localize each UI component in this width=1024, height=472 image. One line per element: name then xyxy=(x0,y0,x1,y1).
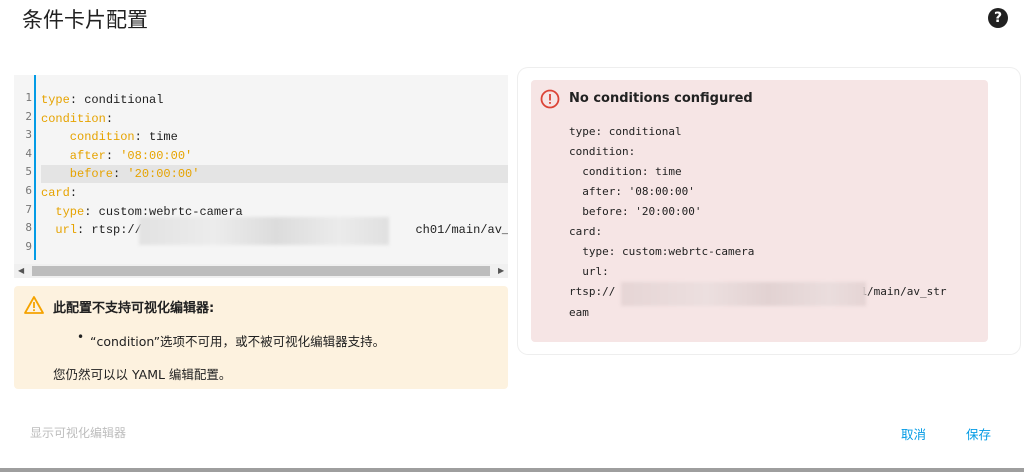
list-bullet: • xyxy=(77,330,85,344)
line-number: 2 xyxy=(25,110,32,123)
yaml-key: before xyxy=(41,167,114,181)
cancel-button[interactable]: 取消 xyxy=(901,424,926,443)
code-line[interactable]: after: '08:00:00' xyxy=(41,147,508,165)
yaml-preview-line: eam xyxy=(569,306,589,319)
yaml-preview-line: type: conditional xyxy=(569,125,682,138)
yaml-sep: : xyxy=(77,223,92,237)
redacted-url-blur xyxy=(621,282,866,306)
yaml-preview-line: after: '08:00:00' xyxy=(569,185,695,198)
alert-triangle-icon xyxy=(24,296,44,314)
active-gutter-marker xyxy=(34,75,36,260)
code-line[interactable]: condition: xyxy=(41,110,508,128)
line-number: 3 xyxy=(25,128,32,141)
bottom-divider xyxy=(0,468,1024,472)
scroll-left-icon[interactable]: ◀ xyxy=(18,264,24,278)
dialog-title: 条件卡片配置 xyxy=(22,8,148,32)
line-number: 6 xyxy=(25,184,32,197)
yaml-code-editor[interactable]: 1 2 3 4 5 6 7 8 9 type: conditional cond… xyxy=(14,75,508,278)
yaml-key: url xyxy=(41,223,78,237)
yaml-key: type xyxy=(41,93,70,107)
line-number-gutter: 1 2 3 4 5 6 7 8 9 xyxy=(14,75,34,260)
show-visual-editor-button[interactable]: 显示可视化编辑器 xyxy=(30,424,126,441)
warning-title: 此配置不支持可视化编辑器: xyxy=(53,301,215,316)
yaml-sep: : xyxy=(113,167,128,181)
yaml-preview-line: condition: time xyxy=(569,165,682,178)
line-number: 1 xyxy=(25,91,32,104)
yaml-key: after xyxy=(41,149,106,163)
yaml-value: '08:00:00' xyxy=(120,149,193,163)
line-number: 4 xyxy=(25,147,32,160)
yaml-key: condition xyxy=(41,112,106,126)
scroll-right-icon[interactable]: ▶ xyxy=(498,264,504,278)
yaml-value: time xyxy=(149,130,178,144)
yaml-sep: : xyxy=(69,93,85,107)
scrollbar-thumb[interactable] xyxy=(32,266,490,276)
alert-circle-icon xyxy=(540,89,560,109)
line-number: 5 xyxy=(25,165,32,178)
yaml-preview-line: url: xyxy=(569,265,609,278)
yaml-key: condition xyxy=(41,130,135,144)
warning-footer: 您仍然可以以 YAML 编辑配置。 xyxy=(53,367,232,382)
line-number: 8 xyxy=(25,221,32,234)
line-number: 7 xyxy=(25,203,32,216)
save-button[interactable]: 保存 xyxy=(966,424,991,443)
code-line-active[interactable]: before: '20:00:00' xyxy=(41,165,508,183)
yaml-key: type xyxy=(41,205,85,219)
yaml-preview-line: card: xyxy=(569,225,603,238)
code-line[interactable]: type: conditional xyxy=(41,91,508,109)
redacted-url-blur xyxy=(139,217,389,245)
yaml-key: card xyxy=(41,186,70,200)
error-title: No conditions configured xyxy=(569,91,753,106)
code-line[interactable]: card: xyxy=(41,184,508,202)
yaml-sep: : xyxy=(69,186,78,200)
warning-item: “condition”选项不可用，或不被可视化编辑器支持。 xyxy=(90,334,386,349)
yaml-sep: : xyxy=(134,130,150,144)
code-line[interactable]: condition: time xyxy=(41,128,508,146)
visual-editor-warning: 此配置不支持可视化编辑器: • “condition”选项不可用，或不被可视化编… xyxy=(14,286,508,389)
yaml-value: conditional xyxy=(84,93,164,107)
error-card: No conditions configured type: condition… xyxy=(531,80,988,342)
yaml-preview-line: condition: xyxy=(569,145,636,158)
yaml-value: '20:00:00' xyxy=(127,167,200,181)
yaml-sep: : xyxy=(105,112,114,126)
yaml-sep: : xyxy=(105,149,121,163)
yaml-preview-line: type: custom:webrtc-camera xyxy=(569,245,755,258)
horizontal-scrollbar[interactable]: ◀ ▶ xyxy=(14,264,508,278)
help-icon[interactable]: ? xyxy=(988,8,1008,28)
yaml-preview-line: before: '20:00:00' xyxy=(569,205,702,218)
line-number: 9 xyxy=(25,240,32,253)
yaml-sep: : xyxy=(84,205,99,219)
